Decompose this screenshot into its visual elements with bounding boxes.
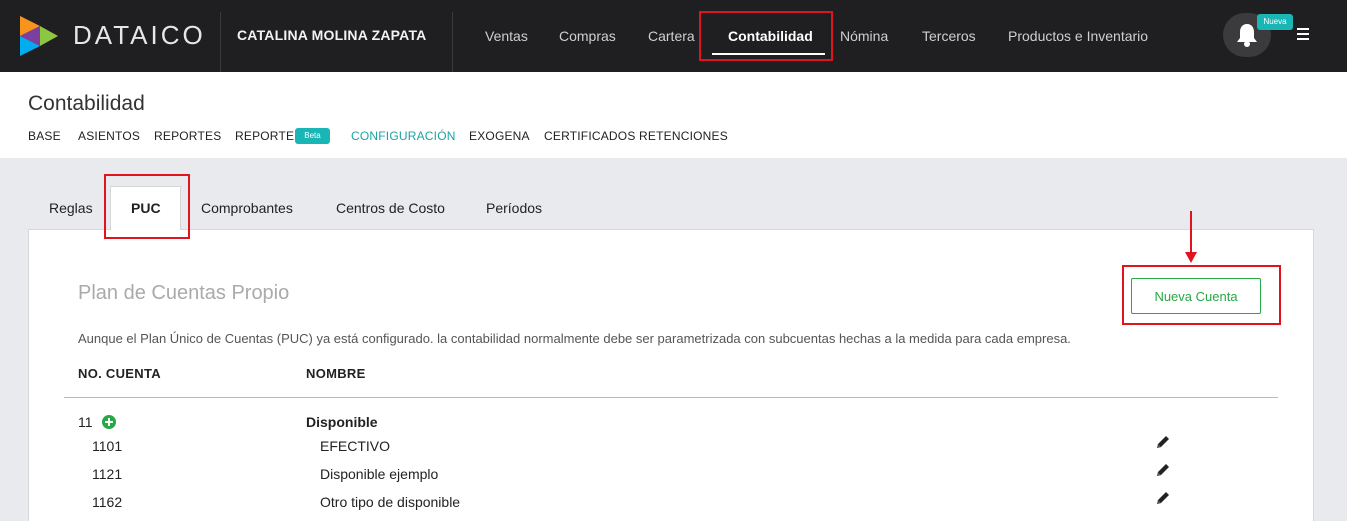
beta-badge: Beta bbox=[295, 128, 330, 144]
new-badge: Nueva bbox=[1257, 14, 1293, 30]
column-header-name: NOMBRE bbox=[306, 366, 366, 381]
annotation-arrow-head-icon bbox=[1185, 252, 1197, 263]
page-title: Contabilidad bbox=[28, 92, 145, 115]
column-header-account-number: NO. CUENTA bbox=[78, 366, 161, 381]
puc-description: Aunque el Plan Único de Cuentas (PUC) ya… bbox=[78, 331, 1071, 346]
subnav-asientos[interactable]: ASIENTOS bbox=[78, 129, 140, 143]
section-title: Plan de Cuentas Propio bbox=[78, 282, 290, 304]
tab-comprobantes[interactable]: Comprobantes bbox=[201, 200, 293, 216]
menu-icon[interactable] bbox=[1297, 28, 1311, 42]
subnav-configuracion[interactable]: CONFIGURACIÓN bbox=[351, 129, 456, 143]
tab-periodos[interactable]: Períodos bbox=[486, 200, 542, 216]
subnav-exogena[interactable]: EXOGENA bbox=[469, 129, 530, 143]
nav-compras[interactable]: Compras bbox=[559, 28, 616, 44]
subnav-base[interactable]: BASE bbox=[28, 129, 61, 143]
dataico-logo-icon[interactable] bbox=[18, 16, 60, 56]
group-code: 11 bbox=[78, 414, 93, 430]
subnav-reportes-beta[interactable]: REPORTES bbox=[235, 129, 302, 143]
navbar-divider bbox=[452, 12, 453, 72]
annotation-highlight-new-account bbox=[1122, 265, 1281, 325]
tab-reglas[interactable]: Reglas bbox=[49, 200, 93, 216]
brand-name[interactable]: DATAICO bbox=[73, 20, 206, 51]
top-navbar: DATAICO CATALINA MOLINA ZAPATA Ventas Co… bbox=[0, 0, 1347, 72]
nav-productos-inventario[interactable]: Productos e Inventario bbox=[1008, 28, 1148, 44]
page-header: Contabilidad BASE ASIENTOS REPORTES REPO… bbox=[0, 72, 1347, 158]
nav-cartera[interactable]: Cartera bbox=[648, 28, 695, 44]
edit-pencil-icon[interactable] bbox=[1155, 490, 1171, 506]
nav-nomina[interactable]: Nómina bbox=[840, 28, 888, 44]
annotation-arrow-line bbox=[1190, 211, 1192, 256]
tab-centros-de-costo[interactable]: Centros de Costo bbox=[336, 200, 445, 216]
annotation-highlight-puc-tab bbox=[104, 174, 190, 239]
table-row-code: 1121 bbox=[92, 466, 123, 482]
nav-terceros[interactable]: Terceros bbox=[922, 28, 976, 44]
bell-icon bbox=[1237, 24, 1257, 47]
table-row-name: Otro tipo de disponible bbox=[320, 494, 461, 510]
subnav-certificados-retenciones[interactable]: CERTIFICADOS RETENCIONES bbox=[544, 129, 728, 143]
table-divider bbox=[64, 397, 1278, 398]
nav-ventas[interactable]: Ventas bbox=[485, 28, 528, 44]
subnav-reportes[interactable]: REPORTES bbox=[154, 129, 221, 143]
add-subaccount-icon[interactable] bbox=[102, 415, 116, 429]
navbar-divider bbox=[220, 12, 221, 72]
table-row-name: Disponible ejemplo bbox=[320, 466, 439, 482]
company-name[interactable]: CATALINA MOLINA ZAPATA bbox=[237, 27, 426, 43]
edit-pencil-icon[interactable] bbox=[1155, 434, 1171, 450]
edit-pencil-icon[interactable] bbox=[1155, 462, 1171, 478]
annotation-highlight-contabilidad bbox=[699, 11, 833, 61]
group-name: Disponible bbox=[306, 414, 378, 430]
table-row-code: 1101 bbox=[92, 438, 123, 454]
table-row-code: 1162 bbox=[92, 494, 123, 510]
table-row-name: EFECTIVO bbox=[320, 438, 391, 454]
